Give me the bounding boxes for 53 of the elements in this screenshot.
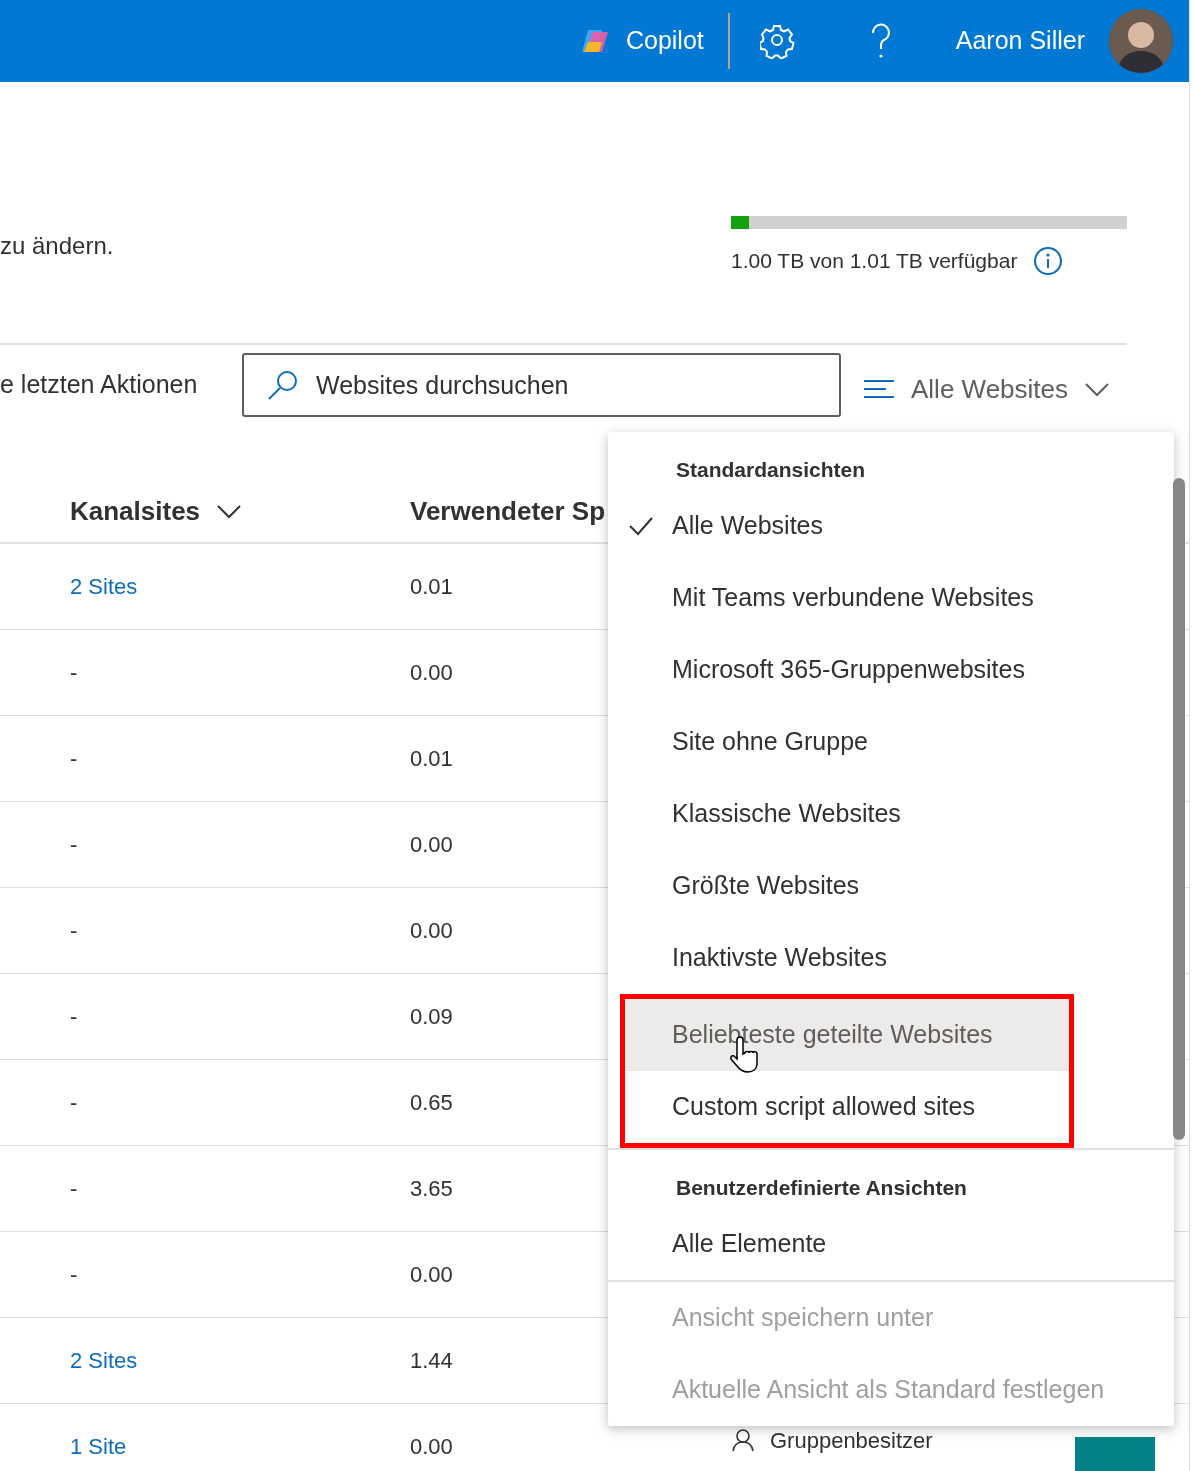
menu-item[interactable]: Alle Websites [608,490,1174,562]
table-cell: 0.00 [410,1262,453,1287]
settings-icon[interactable] [759,23,796,59]
menu-section-header: Benutzerdefinierte Ansichten [675,1175,968,1201]
table-cell: - [70,832,78,857]
filter-lines-icon [863,378,895,400]
search-icon [266,369,298,401]
table-cell: - [70,1090,78,1115]
chevron-down-icon[interactable] [216,503,243,519]
menu-item[interactable]: Mit Teams verbundene Websites [608,562,1174,634]
table-cell: 3.65 [410,1176,453,1201]
search-field[interactable]: Websites durchsuchen [242,353,841,417]
sites-link[interactable]: 1 Site [70,1434,127,1459]
menu-item[interactable]: Site ohne Gruppe [608,706,1174,778]
sites-link[interactable]: 2 Sites [70,1348,138,1373]
table-cell: - [70,918,78,943]
table-cell: 1.44 [410,1348,453,1373]
table-cell: - [70,1176,78,1201]
menu-item[interactable]: Microsoft 365-Gruppenwebsites [608,634,1174,706]
column-header[interactable]: Verwendeter Sp [410,491,606,531]
table-cell: 0.01 [410,574,453,599]
table-cell: 0.00 [410,1434,453,1459]
table-cell: 0.01 [410,746,453,771]
table-cell: - [70,1262,78,1287]
sites-link[interactable]: 2 Sites [70,574,138,599]
chevron-down-icon [1084,381,1111,397]
menu-item[interactable]: Custom script allowed sites [625,1071,1069,1143]
view-dropdown-button[interactable]: Alle Websites [857,353,1117,425]
table-cell: 0.00 [410,660,453,685]
table-cell: - [70,746,78,771]
menu-item[interactable]: Alle Elemente [608,1208,1174,1280]
column-header[interactable]: Kanalsites [70,491,201,531]
storage-text: 1.00 TB von 1.01 TB verfügbar [731,248,1018,274]
table-cell-text: Gruppenbesitzer [770,1427,933,1455]
table-cell: 0.00 [410,832,453,857]
menu-section-header: Standardansichten [675,457,867,483]
menu-item[interactable]: Klassische Websites [608,778,1174,850]
table-cell: 0.00 [410,918,453,943]
menu-item[interactable]: Beliebteste geteilte Websites [625,999,1069,1071]
table-cell: 0.65 [410,1090,453,1115]
person-icon [732,1428,754,1453]
copilot-button[interactable]: Copilot [625,22,704,60]
scrollbar-thumb[interactable] [1173,478,1185,1140]
avatar-silhouette-icon[interactable] [1109,9,1173,73]
menu-item[interactable]: Größte Websites [608,850,1174,922]
table-cell: - [70,660,78,685]
user-name[interactable]: Aaron Siller [955,22,1085,60]
table-cell: 0.09 [410,1004,453,1029]
info-icon[interactable] [1033,245,1064,276]
menu-item[interactable]: Inaktivste Websites [608,922,1174,994]
description-text: zu ändern. [0,231,114,261]
table-cell: - [70,1004,78,1029]
recent-actions-text: e letzten Aktionen [0,369,199,401]
